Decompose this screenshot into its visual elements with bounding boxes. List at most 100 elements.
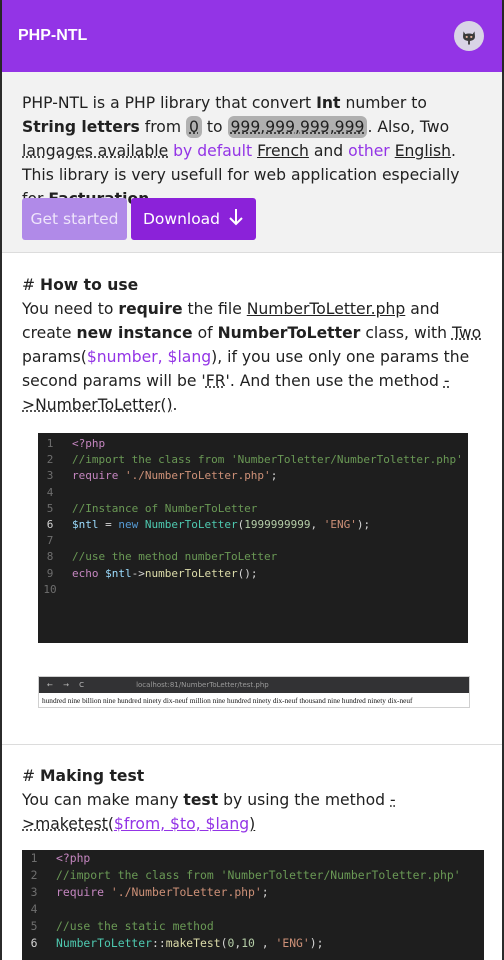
how-to-use-paragraph: You need to require the file NumberToLet… <box>22 297 484 417</box>
code-number: 10 <box>241 936 255 950</box>
code-text: ); <box>356 517 371 531</box>
code-text: -> <box>131 566 145 580</box>
intro-text: and <box>308 142 349 160</box>
heading-title: Making test <box>40 767 145 785</box>
browser-nav-icons: ← → C <box>47 681 89 689</box>
code-text: :: <box>152 936 166 950</box>
text: by using the method <box>218 791 391 809</box>
heading-hash: # <box>22 276 41 294</box>
get-started-button[interactable]: Get started <box>22 198 127 240</box>
divider <box>2 744 502 745</box>
params-text: $number, $lang <box>86 348 212 366</box>
browser-toolbar: ← → C localhost:81/NumberToLetter/test.p… <box>39 677 469 693</box>
code-var: $ntl <box>72 517 99 531</box>
english-link[interactable]: English <box>395 142 451 160</box>
code-function: numberToLetter <box>144 566 238 580</box>
intro-text: to <box>201 118 228 136</box>
line-number: 4 <box>46 485 54 499</box>
line-number: 9 <box>46 566 54 580</box>
how-to-use-heading: # How to use <box>22 273 484 297</box>
line-number: 5 <box>46 501 54 515</box>
code-text: ); <box>309 936 324 950</box>
bold-test: test <box>183 791 219 809</box>
divider <box>2 252 502 253</box>
intro-text: from <box>139 118 186 136</box>
languages-abbr: langages available <box>22 142 169 160</box>
code-keyword: echo <box>72 566 99 580</box>
text: the file <box>182 300 247 318</box>
code-text: , <box>310 517 324 531</box>
line-number: 3 <box>46 469 54 483</box>
line-number: 1 <box>30 851 38 865</box>
arrow-down-icon <box>228 208 244 230</box>
code-text: , <box>254 936 276 950</box>
code-text: , <box>234 936 242 950</box>
browser-output-text: hundred nine billion nine hundred ninety… <box>42 696 413 705</box>
code-text: = <box>98 517 119 531</box>
code-keyword: require <box>56 885 105 899</box>
max-value-badge: 999,999,999,999 <box>227 116 368 138</box>
default-label: by default <box>168 142 258 160</box>
line-number: 1 <box>46 437 54 450</box>
line-number: 4 <box>30 902 38 916</box>
github-octocat-icon[interactable] <box>454 21 484 51</box>
text: '. And then use the method <box>225 372 444 390</box>
browser-url: localhost:81/NumberToLetter/test.php <box>136 681 269 689</box>
intro-text: PHP-NTL is a PHP library that convert <box>22 94 317 112</box>
code-text: ( <box>237 517 245 531</box>
code-comment: //import the class from 'NumberToletter/… <box>72 453 463 467</box>
min-value-badge: 0 <box>186 116 202 138</box>
bold-string-letters: String letters <box>22 118 140 136</box>
line-number: 6 <box>30 936 38 950</box>
line-number: 2 <box>30 868 38 882</box>
top-app-bar: PHP-NTL <box>2 0 502 72</box>
code-string: './NumberToLetter.php' <box>104 885 262 899</box>
code-line: <?php <box>72 437 106 450</box>
code-keyword: new <box>118 517 139 531</box>
intro-section: PHP-NTL is a PHP library that convert In… <box>2 72 502 252</box>
text: . <box>172 396 178 414</box>
bold-int: Int <box>316 94 341 112</box>
making-test-heading: # Making test <box>22 764 484 788</box>
code-comment: //Instance of NumberToLetter <box>72 501 258 515</box>
code-keyword: require <box>72 469 119 483</box>
intro-text: . Also, Two <box>367 118 450 136</box>
code-block-maketest: 1 <?php 2 //import the class from 'NumberT… <box>22 850 484 960</box>
code-text: ; <box>261 885 269 899</box>
browser-output-screenshot: ← → C localhost:81/NumberToLetter/test.p… <box>38 676 470 708</box>
code-text: ; <box>270 469 278 483</box>
line-number: 3 <box>30 885 38 899</box>
text: You need to <box>22 300 119 318</box>
file-link[interactable]: NumberToLetter.php <box>247 300 406 318</box>
french-link[interactable]: French <box>257 142 309 160</box>
line-number: 7 <box>46 534 54 548</box>
code-number: 0 <box>227 936 235 950</box>
how-to-use-section: # How to use You need to require the fil… <box>22 273 484 417</box>
download-button[interactable]: Download <box>131 198 256 240</box>
code-text: (); <box>237 566 258 580</box>
code-class: NumberToLetter <box>56 936 153 950</box>
code-text: ( <box>220 936 228 950</box>
bold-class-name: NumberToLetter <box>217 324 361 342</box>
code-comment: //import the class from 'NumberToletter/… <box>56 868 461 882</box>
intro-text: number to <box>340 94 427 112</box>
bold-new-instance: new instance <box>76 324 193 342</box>
making-test-section: # Making test You can make many test by … <box>22 764 484 836</box>
code-string: './NumberToLetter.php' <box>118 469 271 483</box>
other-label: other <box>348 142 390 160</box>
text: params( <box>22 348 87 366</box>
line-number: 8 <box>46 550 54 564</box>
code-function: makeTest <box>165 936 221 950</box>
code-comment: //use the static method <box>56 919 214 933</box>
intro-paragraph: PHP-NTL is a PHP library that convert In… <box>22 91 482 211</box>
line-number: 2 <box>46 453 54 467</box>
line-number: 10 <box>43 582 57 596</box>
text: You can make many <box>22 791 184 809</box>
code-var: $ntl <box>105 566 132 580</box>
action-buttons: Get started Download <box>22 198 256 240</box>
app-title[interactable]: PHP-NTL <box>18 27 87 45</box>
code-comment: //use the method numberToLetter <box>72 550 278 564</box>
bold-require: require <box>118 300 183 318</box>
code-line: <?php <box>56 851 91 865</box>
heading-hash: # <box>22 767 41 785</box>
